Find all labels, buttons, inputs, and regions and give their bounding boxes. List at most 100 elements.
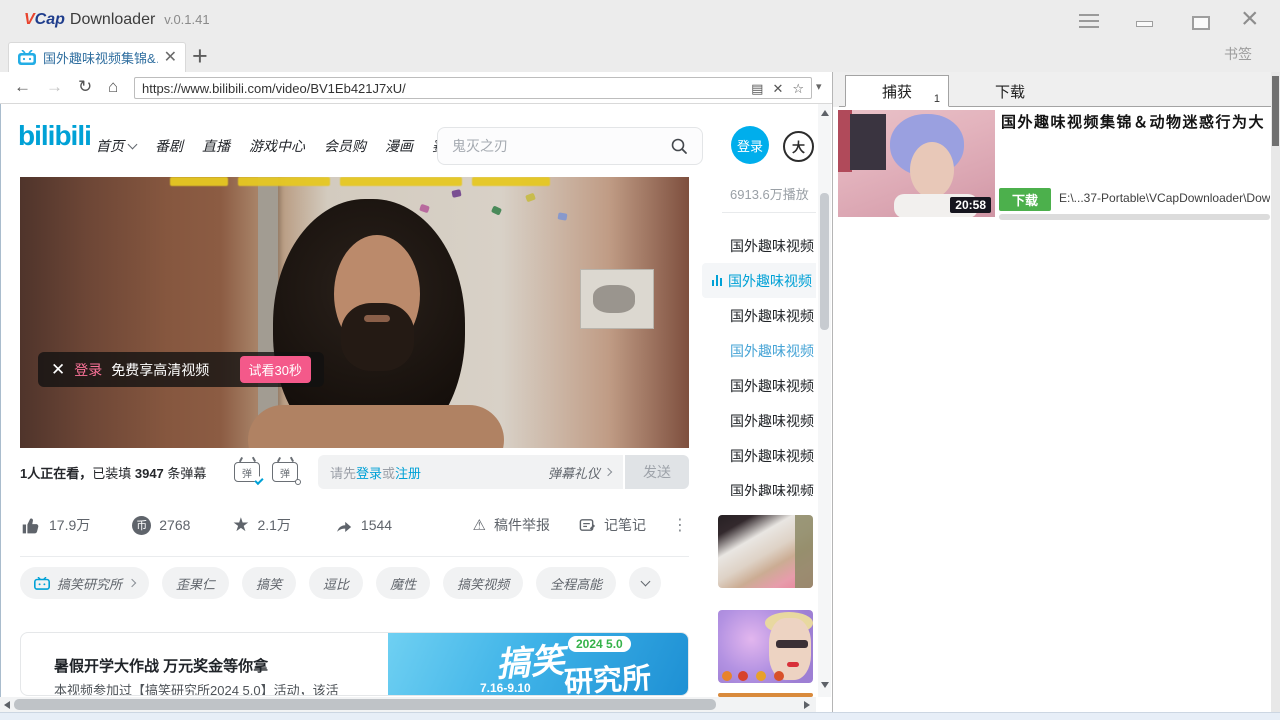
url-dropdown-icon[interactable]: ▾ bbox=[816, 80, 822, 93]
report-button[interactable]: ⚠ 稿件举报 bbox=[473, 515, 550, 535]
video-caption-remnant bbox=[472, 177, 550, 186]
favorite-count: 2.1万 bbox=[257, 515, 290, 535]
more-options-icon[interactable]: ⋮ bbox=[672, 515, 689, 535]
nav-item-manga[interactable]: 漫画 bbox=[385, 136, 413, 156]
app-logo: VCapDownloaderv.0.1.41 bbox=[24, 11, 210, 29]
banner-art-date: 7.16-9.10 bbox=[480, 681, 531, 695]
close-window-button[interactable]: × bbox=[1241, 2, 1259, 36]
like-button[interactable]: 17.9万 bbox=[20, 515, 90, 535]
danmaku-settings-icon[interactable]: 弹 bbox=[272, 462, 298, 482]
maximize-button[interactable] bbox=[1192, 16, 1210, 30]
forward-button[interactable]: → bbox=[46, 76, 63, 98]
stop-icon[interactable]: ✕ bbox=[772, 82, 783, 95]
tag-item[interactable]: 搞笑 bbox=[242, 567, 296, 599]
tab-capture[interactable]: 捕获 1 bbox=[845, 75, 949, 107]
tag-item[interactable]: 搞笑视频 bbox=[443, 567, 523, 599]
playlist-item[interactable]: 国外趣味视频 bbox=[702, 403, 816, 438]
banner-art-word2: 研究所 bbox=[563, 655, 652, 696]
playlist-item-watched[interactable]: 国外趣味视频 bbox=[702, 333, 816, 368]
coin-button[interactable]: 币 2768 bbox=[132, 516, 190, 535]
vertical-scrollbar-thumb[interactable] bbox=[820, 193, 829, 330]
view-count: 6913.6万播放 bbox=[730, 184, 816, 203]
bookmark-star-icon[interactable]: ☆ bbox=[792, 82, 804, 95]
overlay-login-link[interactable]: 登录 bbox=[74, 360, 102, 380]
duration-badge: 20:58 bbox=[950, 197, 991, 213]
banner-art: 搞笑 2024 5.0 研究所 7.16-9.10 bbox=[388, 633, 688, 695]
overlay-close-icon[interactable]: ✕ bbox=[51, 361, 65, 378]
danmaku-placeholder: 请先 bbox=[330, 463, 356, 482]
video-player[interactable] bbox=[20, 177, 689, 448]
new-tab-button[interactable]: + bbox=[192, 42, 208, 70]
close-tab-icon[interactable]: ✕ bbox=[164, 50, 177, 66]
chevron-right-icon bbox=[128, 579, 136, 587]
danmaku-register-link[interactable]: 注册 bbox=[395, 463, 421, 482]
scroll-left-icon[interactable] bbox=[4, 701, 10, 709]
save-page-icon[interactable]: ▤ bbox=[751, 82, 763, 95]
brand-name: Downloader bbox=[70, 11, 155, 28]
nav-item-anime[interactable]: 番剧 bbox=[155, 136, 183, 156]
bilibili-logo[interactable]: bilibili bbox=[18, 120, 91, 152]
refresh-button[interactable]: ↻ bbox=[78, 76, 92, 98]
captured-video-title: 国外趣味视频集锦＆动物迷惑行为大 bbox=[1001, 111, 1269, 133]
tab-download[interactable]: 下载 bbox=[949, 75, 1071, 107]
tag-item[interactable]: 全程高能 bbox=[536, 567, 616, 599]
panel-scrollbar-thumb[interactable] bbox=[1272, 76, 1279, 146]
banner-description: 本视频参加过【搞笑研究所2024 5.0】活动，该活 bbox=[54, 680, 339, 696]
back-button[interactable]: ← bbox=[14, 76, 31, 98]
favorite-button[interactable]: ★ 2.1万 bbox=[232, 515, 291, 535]
url-text[interactable]: https://www.bilibili.com/video/BV1Eb421J… bbox=[142, 81, 742, 96]
activity-banner[interactable]: 暑假开学大作战 万元奖金等你拿 本视频参加过【搞笑研究所2024 5.0】活动，… bbox=[20, 632, 689, 696]
url-bar[interactable]: https://www.bilibili.com/video/BV1Eb421J… bbox=[134, 77, 812, 99]
app-version: v.0.1.41 bbox=[164, 12, 209, 27]
window-bottom-edge bbox=[0, 712, 1280, 720]
danmaku-input[interactable]: 请先 登录 或 注册 弹幕礼仪 bbox=[318, 455, 623, 489]
minimize-button[interactable] bbox=[1136, 21, 1153, 27]
playlist-item[interactable]: 国外趣味视频 bbox=[702, 368, 816, 403]
scroll-up-icon[interactable] bbox=[821, 110, 829, 116]
trial-button[interactable]: 试看30秒 bbox=[240, 356, 311, 383]
captured-video-thumbnail[interactable]: 20:58 bbox=[838, 110, 995, 217]
video-caption-remnant bbox=[238, 177, 330, 186]
search-icon[interactable] bbox=[670, 137, 688, 155]
nav-item-shop[interactable]: 会员购 bbox=[324, 136, 366, 156]
scroll-right-icon[interactable] bbox=[804, 701, 810, 709]
download-button[interactable]: 下载 bbox=[999, 188, 1051, 211]
home-button[interactable]: ⌂ bbox=[108, 76, 118, 98]
share-button[interactable]: 1544 bbox=[333, 516, 392, 535]
danmaku-etiquette-link[interactable]: 弹幕礼仪 bbox=[548, 463, 611, 482]
nav-item-live[interactable]: 直播 bbox=[202, 136, 230, 156]
video-butterfly bbox=[557, 212, 567, 220]
scroll-down-icon[interactable] bbox=[821, 682, 829, 688]
hamburger-menu-icon[interactable] bbox=[1079, 14, 1099, 28]
login-button[interactable]: 登录 bbox=[731, 126, 769, 164]
nav-item-game-center[interactable]: 游戏中心 bbox=[249, 136, 305, 156]
playlist-item-active[interactable]: 国外趣味视频 bbox=[702, 263, 816, 298]
search-box[interactable]: 鬼灭之刃 bbox=[437, 127, 703, 165]
panel-scrollbar[interactable] bbox=[1271, 72, 1280, 712]
share-count: 1544 bbox=[361, 517, 392, 533]
browser-tab[interactable]: 国外趣味视频集锦&… ✕ bbox=[8, 42, 186, 72]
playlist: 国外趣味视频 国外趣味视频 国外趣味视频 国外趣味视频 国外趣味视频 国外趣味视… bbox=[702, 228, 816, 496]
playlist-item[interactable]: 国外趣味视频 bbox=[702, 298, 816, 333]
note-button[interactable]: 记笔记 bbox=[578, 515, 646, 535]
related-video-thumbnail[interactable] bbox=[718, 610, 813, 683]
capture-count-badge: 1 bbox=[934, 93, 940, 105]
related-video-thumbnail[interactable] bbox=[718, 515, 813, 588]
tag-studio[interactable]: 搞笑研究所 bbox=[20, 567, 149, 599]
playlist-item[interactable]: 国外趣味视频 bbox=[702, 228, 816, 263]
danmaku-login-link[interactable]: 登录 bbox=[356, 463, 382, 482]
tag-item[interactable]: 魔性 bbox=[376, 567, 430, 599]
horizontal-scrollbar-thumb[interactable] bbox=[14, 699, 716, 710]
video-caption-remnant bbox=[170, 177, 228, 186]
tag-item[interactable]: 逗比 bbox=[309, 567, 363, 599]
tags-expand-button[interactable] bbox=[629, 567, 661, 599]
vip-icon[interactable]: 大 bbox=[783, 131, 814, 162]
danmaku-toggle-icon[interactable]: 弹 bbox=[234, 462, 260, 482]
send-button[interactable]: 发送 bbox=[625, 455, 689, 489]
bookmarks-button[interactable]: 书签 bbox=[1224, 44, 1252, 64]
playlist-item[interactable]: 国外趣味视频 bbox=[702, 438, 816, 473]
playlist-item[interactable]: 国外趣味视频 bbox=[702, 473, 816, 496]
nav-item-home[interactable]: 首页 bbox=[96, 136, 136, 156]
video-elephant-picture bbox=[580, 269, 654, 329]
tag-item[interactable]: 歪果仁 bbox=[162, 567, 229, 599]
